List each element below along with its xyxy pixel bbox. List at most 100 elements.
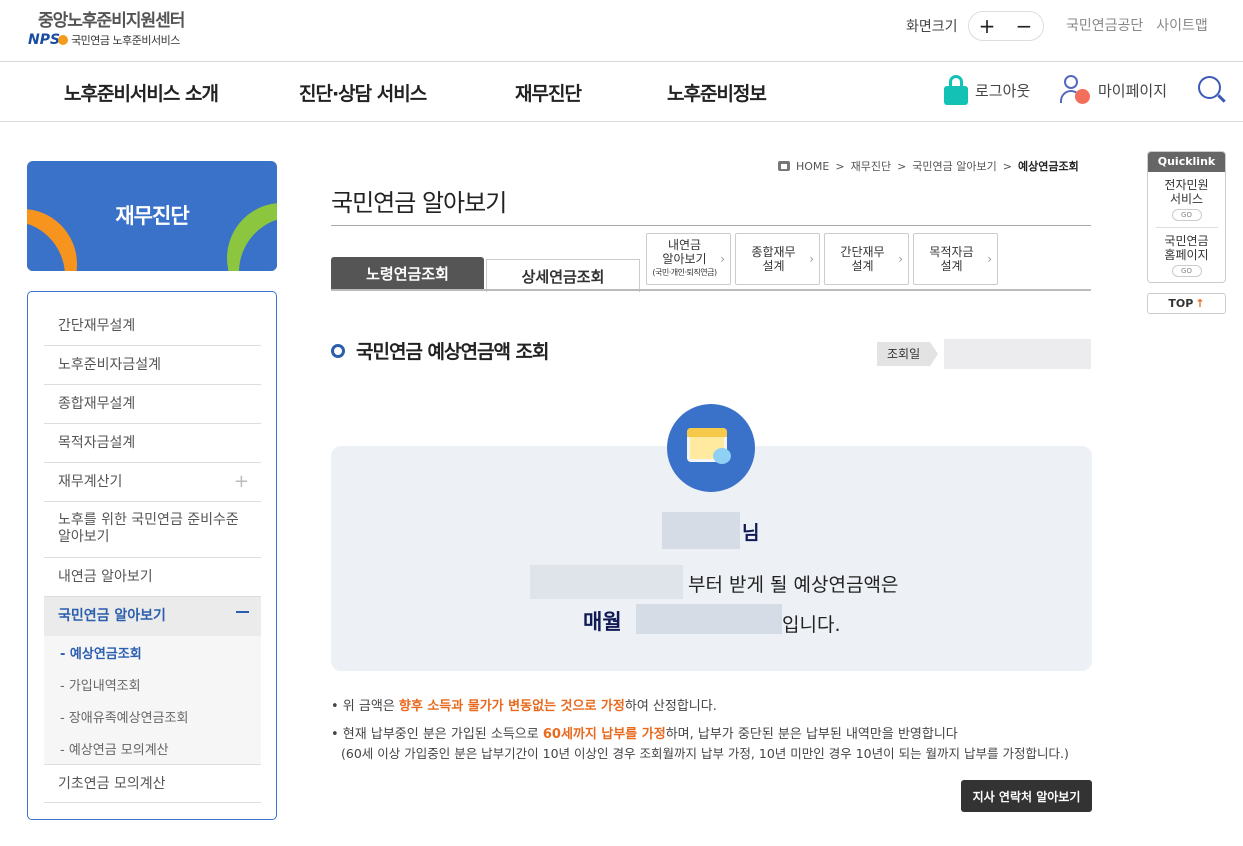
nav-item-consult[interactable]: 진단·상담 서비스 [299,79,427,106]
top-button[interactable]: TOP ↑ [1147,293,1226,314]
side-item-national-pension[interactable]: 국민연금 알아보기 [44,597,261,636]
sub-item-disability-survivor[interactable]: - 장애유족예상연금조회 [60,707,188,726]
side-item-retirement-fund[interactable]: 노후준비자금설계 [44,346,261,385]
purpose-fund-line2: 설계 [940,259,963,273]
query-date: 조회일 [877,339,1092,369]
breadcrumb-item[interactable]: 국민연금 알아보기 [912,158,996,174]
breadcrumb-home[interactable]: HOME [796,160,829,173]
plus-icon: + [233,471,249,492]
logout-label: 로그아웃 [975,81,1031,100]
my-pension-button[interactable]: 내연금 알아보기 (국민·개인·퇴직연금) › [646,233,731,285]
note-1-highlight: 향후 소득과 물가가 변동없는 것으로 가정 [398,699,625,714]
chevron-right-icon: › [898,252,903,266]
side-item-calculator[interactable]: 재무계산기 + [44,463,261,502]
breadcrumb-item[interactable]: 재무진단 [851,158,891,174]
simple-plan-line2: 설계 [851,259,874,273]
note-1: • 위 금액은 향후 소득과 물가가 변동없는 것으로 가정하여 산정합니다. [331,699,717,714]
total-plan-line1: 종합재무 [751,245,796,259]
link-sitemap[interactable]: 사이트맵 [1156,15,1208,35]
my-pension-line1: 내연금 [667,238,702,252]
top-links: 국민연금공단 사이트맵 [1066,15,1208,35]
branch-contact-button[interactable]: 지사 연락처 알아보기 [961,780,1092,812]
logo-subtitle: 국민연금 노후준비서비스 [71,34,180,47]
breadcrumb-sep: > [1002,159,1012,173]
font-size-control: 화면크기 + − [906,11,1044,41]
nav-item-finance[interactable]: 재무진단 [515,79,582,106]
note-3: (60세 이상 가입중인 분은 납부기간이 10년 이상인 경우 조회월까지 납… [341,746,1069,761]
chevron-right-icon: › [809,252,814,266]
side-item-national-pension-label: 국민연금 알아보기 [58,608,166,624]
breadcrumb-sep: > [897,159,907,173]
note-2-highlight: 60세까지 납부를 가정 [542,727,666,742]
side-item-simple-plan[interactable]: 간단재무설계 [44,307,261,346]
logo-swoosh-icon [58,35,69,45]
sub-item-expected-pension[interactable]: - 예상연금조회 [60,643,142,662]
home-icon [778,161,790,171]
mypage-label: 마이페이지 [1098,81,1168,100]
side-submenu: - 예상연금조회 - 가입내역조회 - 장애유족예상연금조회 - 예상연금 모의… [44,636,261,764]
lnb-header: 재무진단 [27,161,277,271]
site-logo[interactable]: 중앙노후준비지원센터 NPS 국민연금 노후준비서비스 [28,6,185,48]
tab-detail-pension[interactable]: 상세연금조회 [486,259,640,292]
font-increase-button[interactable]: + [979,14,996,38]
result-line3: 입니다. [782,614,841,636]
main-nav: 노후준비서비스 소개 진단·상담 서비스 재무진단 노후준비정보 로그아웃 마이… [0,62,1243,122]
quicklink-title: Quicklink [1148,152,1225,172]
sub-item-simulation[interactable]: - 예상연금 모의계산 [60,739,169,758]
side-item-readiness[interactable]: 노후를 위한 국민연금 준비수준 알아보기 [44,502,261,558]
top-label: TOP [1168,297,1194,310]
note-2: • 현재 납부중인 분은 가입된 소득으로 60세까지 납부를 가정하며, 납부… [331,727,958,742]
quicklink-nps-home[interactable]: 국민연금 홈페이지 GO [1148,228,1225,277]
simple-plan-line1: 간단재무 [840,245,885,259]
sub-item-subscription-history[interactable]: - 가입내역조회 [60,675,141,694]
font-size-buttons: + − [967,11,1044,41]
arrow-up-icon: ↑ [1195,297,1205,310]
masked-amount [636,604,782,634]
chevron-right-icon: › [720,252,725,266]
quicklink-e-service[interactable]: 전자민원 서비스 GO [1148,172,1225,221]
lock-icon [943,75,969,105]
font-decrease-button[interactable]: − [1016,14,1033,38]
purpose-fund-button[interactable]: 목적자금 설계 › [913,233,998,285]
title-divider [331,225,1091,226]
go-button[interactable]: GO [1171,265,1202,277]
nav-item-intro[interactable]: 노후준비서비스 소개 [64,79,219,106]
masked-name [662,512,740,549]
name-suffix: 님 [742,522,760,544]
masked-start-date [530,565,683,599]
bullet-icon [331,343,345,358]
total-plan-line2: 설계 [762,259,785,273]
total-plan-button[interactable]: 종합재무 설계 › [735,233,820,285]
logo-brand: NPS [28,32,61,48]
search-icon[interactable] [1198,76,1226,104]
side-item-my-pension[interactable]: 내연금 알아보기 [44,558,261,597]
my-pension-line2: 알아보기 [662,252,707,266]
breadcrumb-current: 예상연금조회 [1017,160,1079,173]
link-nps[interactable]: 국민연금공단 [1066,15,1143,35]
go-button[interactable]: GO [1171,209,1202,221]
purpose-fund-line1: 목적자금 [929,245,974,259]
breadcrumb-sep: > [835,159,845,173]
query-date-value [944,339,1092,369]
simple-plan-button[interactable]: 간단재무 설계 › [824,233,909,285]
logo-subline: NPS 국민연금 노후준비서비스 [28,32,184,48]
nav-item-info[interactable]: 노후준비정보 [667,79,767,106]
lnb-title: 재무진단 [115,204,189,228]
quicklink-panel: Quicklink 전자민원 서비스 GO 국민연금 홈페이지 GO [1147,151,1226,283]
side-item-total-plan[interactable]: 종합재무설계 [44,385,261,424]
tabs-divider [331,289,1091,291]
breadcrumb: HOME > 재무진단 > 국민연금 알아보기 > 예상연금조회 [778,158,1079,174]
side-item-basic-pension[interactable]: 기초연금 모의계산 [44,764,261,803]
minus-icon [236,611,249,613]
font-size-label: 화면크기 [906,19,958,35]
side-item-calculator-label: 재무계산기 [58,474,123,490]
tab-old-age-pension[interactable]: 노령연금조회 [331,257,484,290]
my-pension-note: (국민·개인·퇴직연금) [652,268,717,277]
pension-calendar-icon [667,404,755,492]
side-item-purpose-fund[interactable]: 목적자금설계 [44,424,261,463]
mypage-link[interactable]: 마이페이지 [1060,75,1167,105]
result-line2: 부터 받게 될 예상연금액은 [688,574,899,596]
top-bar: 중앙노후준비지원센터 NPS 국민연금 노후준비서비스 화면크기 + − 국민연… [0,0,1243,62]
monthly-label: 매월 [583,610,622,634]
logout-link[interactable]: 로그아웃 [943,75,1030,105]
